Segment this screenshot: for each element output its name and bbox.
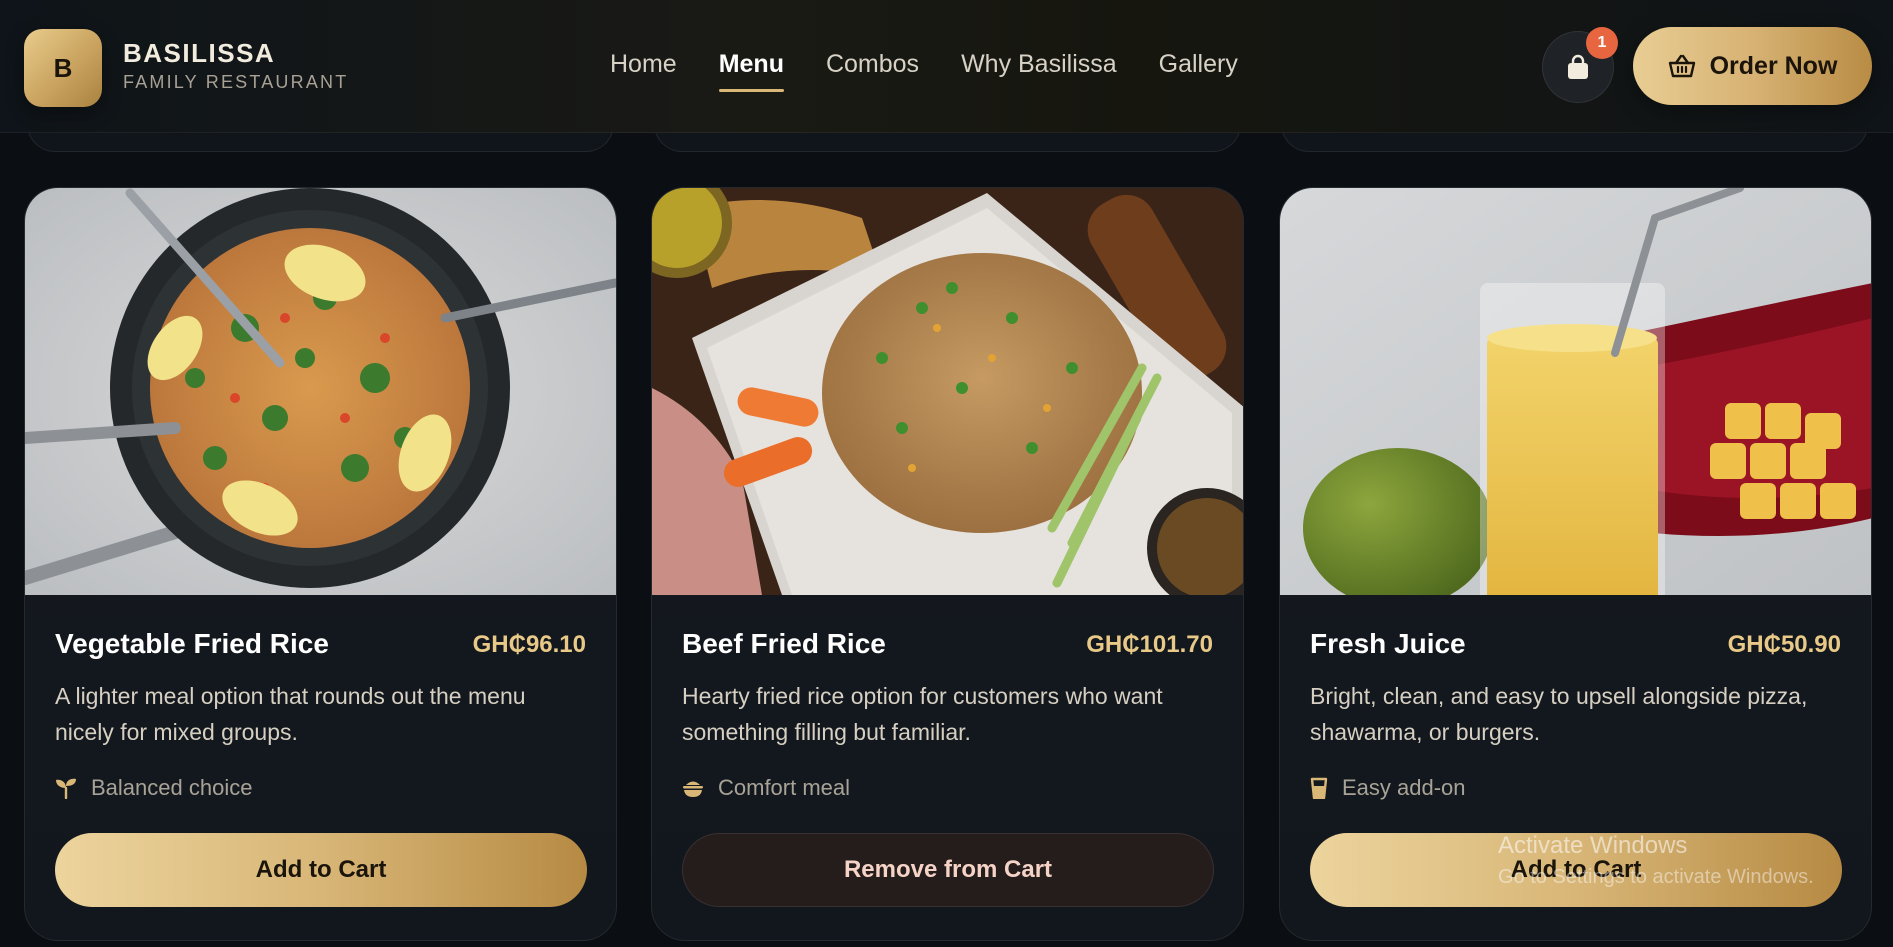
beef-fried-rice-photo (652, 188, 1243, 595)
basket-icon (1668, 54, 1695, 78)
brand-name[interactable]: BASILISSA (123, 38, 275, 69)
card-title: Vegetable Fried Rice (55, 628, 329, 659)
shopping-bag-icon (1568, 54, 1588, 79)
card-price: GH₵101.70 (1086, 631, 1213, 658)
fresh-juice-photo (1280, 188, 1871, 595)
main-nav: Home Menu Combos Why Basilissa Gallery (610, 50, 1280, 92)
card-tag-label: Easy add-on (1342, 775, 1466, 800)
card-price: GH₵50.90 (1727, 631, 1841, 658)
logo-badge[interactable]: B (24, 29, 102, 107)
order-now-button[interactable]: Order Now (1633, 27, 1872, 105)
card-title: Fresh Juice (1310, 628, 1466, 659)
card-title: Beef Fried Rice (682, 628, 886, 659)
menu-card: Vegetable Fried Rice GH₵96.10 A lighter … (24, 187, 617, 941)
card-description: Bright, clean, and easy to upsell alongs… (1310, 683, 1808, 745)
card-tag: Comfort meal (682, 775, 850, 801)
nav-why-basilissa[interactable]: Why Basilissa (961, 50, 1117, 79)
remove-from-cart-button[interactable]: Remove from Cart (682, 833, 1214, 907)
site-header: B BASILISSA FAMILY RESTAURANT Home Menu … (0, 0, 1893, 133)
card-tag: Easy add-on (1310, 775, 1466, 801)
card-tag: Balanced choice (55, 775, 252, 801)
card-tag-label: Balanced choice (91, 775, 253, 800)
add-to-cart-button[interactable]: Add to Cart (1310, 833, 1842, 907)
vegetable-fried-rice-photo (25, 188, 616, 595)
card-price: GH₵96.10 (472, 631, 586, 658)
order-now-label: Order Now (1709, 51, 1838, 80)
sprout-icon (56, 778, 76, 799)
brand-subtitle: FAMILY RESTAURANT (123, 72, 349, 92)
card-description: A lighter meal option that rounds out th… (55, 683, 526, 745)
nav-home[interactable]: Home (610, 50, 677, 79)
bowl-icon (683, 781, 703, 797)
card-description: Hearty fried rice option for customers w… (682, 683, 1163, 745)
card-tag-label: Comfort meal (718, 775, 851, 800)
nav-gallery[interactable]: Gallery (1159, 50, 1238, 79)
nav-combos[interactable]: Combos (826, 50, 919, 79)
menu-card: Beef Fried Rice GH₵101.70 Hearty fried r… (651, 187, 1244, 941)
cart-count-badge: 1 (1586, 27, 1618, 59)
nav-menu[interactable]: Menu (718, 50, 785, 92)
add-to-cart-button[interactable]: Add to Cart (55, 833, 587, 907)
menu-card: Fresh Juice GH₵50.90 Bright, clean, and … (1279, 187, 1872, 941)
cup-icon (1310, 777, 1328, 799)
